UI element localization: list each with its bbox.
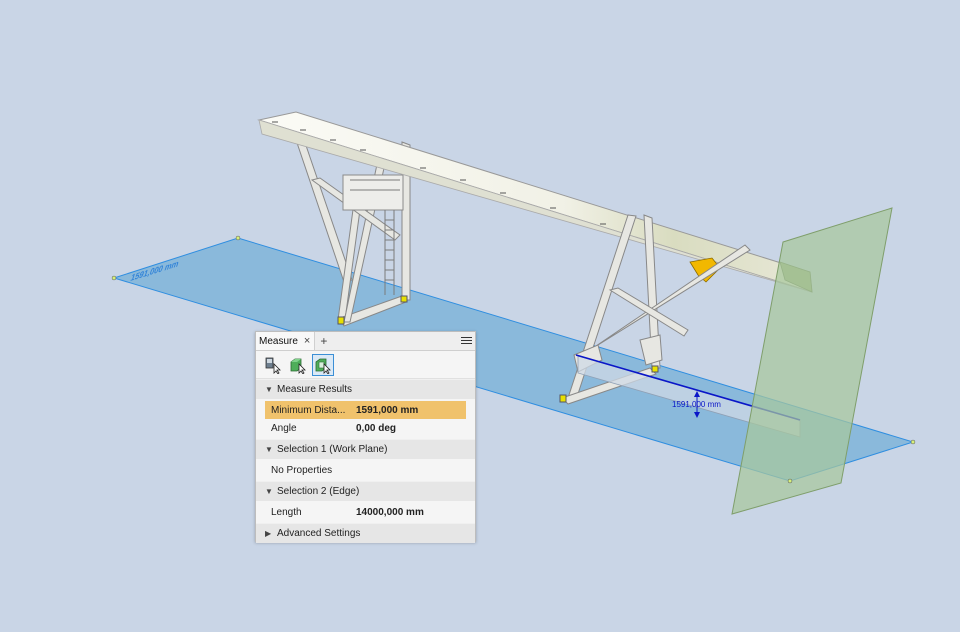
measure-panel: Measure × + ▼ Measure Results Minimum Di… — [255, 331, 476, 543]
row-value: 0,00 deg — [356, 422, 397, 434]
row-value: 1591,000 mm — [356, 404, 419, 416]
section-title: Selection 1 (Work Plane) — [277, 444, 388, 455]
result-row-angle[interactable]: Angle 0,00 deg — [256, 419, 475, 437]
section-title: Selection 2 (Edge) — [277, 486, 360, 497]
dimension-label: 1591,000 mm — [672, 400, 721, 409]
row-label: Length — [271, 506, 302, 518]
panel-menu-icon[interactable] — [461, 335, 472, 347]
measure-angle-button[interactable] — [287, 354, 309, 376]
measure-select-icon — [315, 358, 331, 374]
add-tab-icon[interactable]: + — [320, 334, 327, 348]
expand-triangle-icon: ▶ — [265, 529, 272, 538]
row-label: Minimum Dista... — [271, 404, 346, 416]
measure-distance-button[interactable] — [262, 354, 284, 376]
close-icon[interactable]: × — [304, 335, 310, 347]
selection-1-properties: No Properties — [271, 464, 333, 476]
measure-angle-icon — [290, 358, 306, 374]
collapse-triangle-icon: ▼ — [265, 385, 273, 394]
section-measure-results[interactable]: ▼ Measure Results — [256, 379, 475, 399]
row-label: Angle — [271, 422, 297, 434]
collapse-triangle-icon: ▼ — [265, 487, 273, 496]
row-value: 14000,000 mm — [356, 506, 424, 518]
result-row-minimum-distance[interactable]: Minimum Dista... 1591,000 mm — [265, 401, 466, 419]
collapse-triangle-icon: ▼ — [265, 445, 273, 454]
section-advanced-settings[interactable]: ▶ Advanced Settings — [256, 523, 475, 543]
measure-tab-title: Measure — [259, 335, 298, 347]
section-title: Measure Results — [277, 384, 353, 395]
measure-distance-icon — [265, 357, 281, 374]
section-title: Advanced Settings — [277, 528, 361, 539]
measure-toolbar — [256, 351, 475, 379]
plane-marker — [787, 478, 793, 484]
panel-header: Measure × + — [256, 332, 475, 351]
measure-select-button[interactable] — [312, 353, 334, 376]
measure-tab[interactable]: Measure × — [256, 332, 316, 350]
section-selection-2[interactable]: ▼ Selection 2 (Edge) — [256, 481, 475, 501]
section-selection-1[interactable]: ▼ Selection 1 (Work Plane) — [256, 439, 475, 459]
3d-viewport[interactable]: 1591,000 mm 1591,000 mm — [0, 0, 960, 632]
vertical-plane[interactable] — [731, 207, 893, 515]
selection-2-length-row[interactable]: Length 14000,000 mm — [256, 503, 475, 521]
